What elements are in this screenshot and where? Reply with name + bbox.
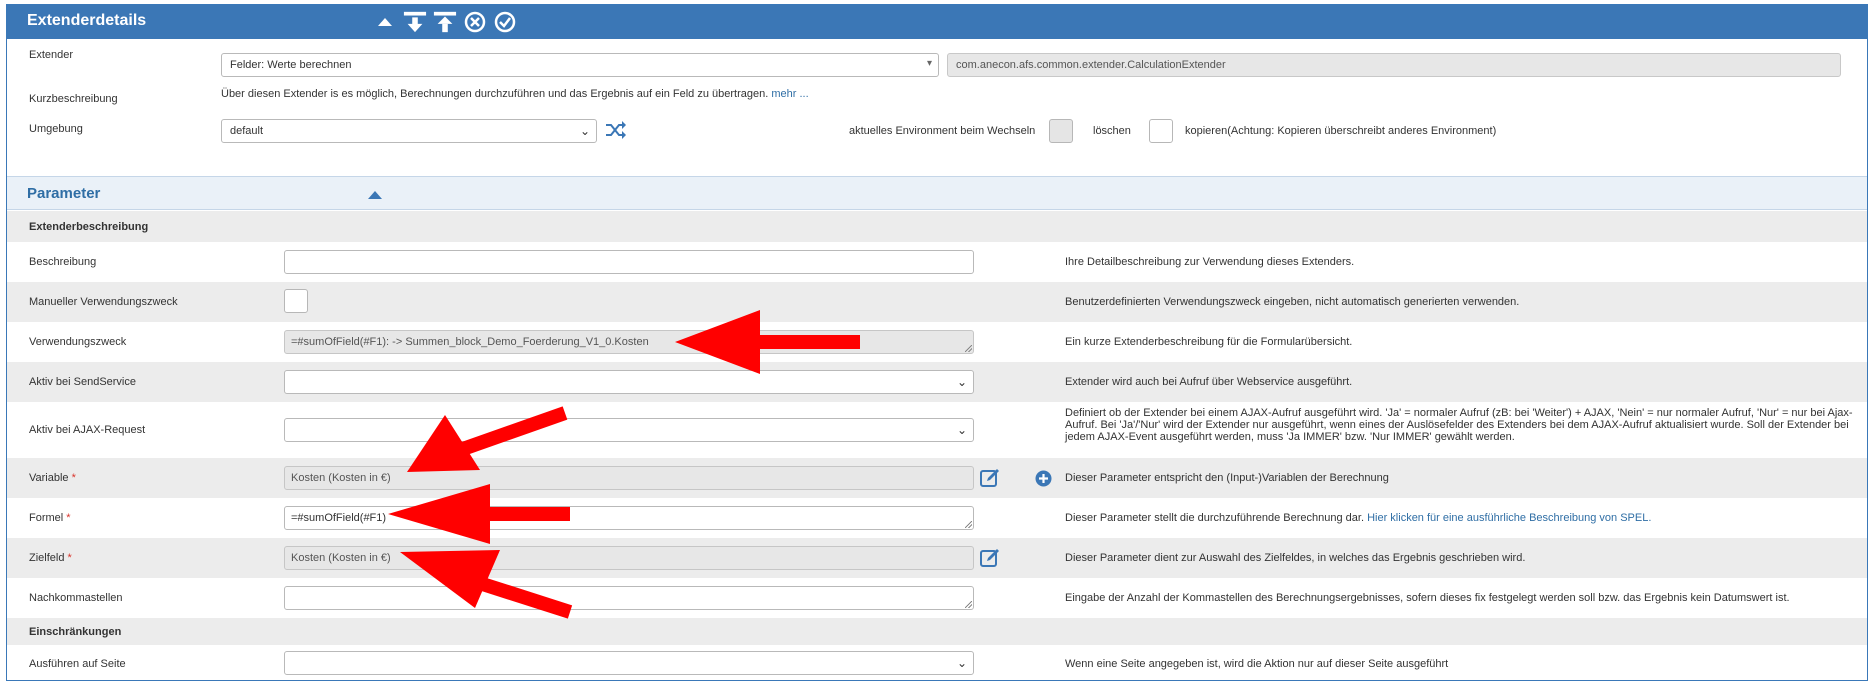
red-arrow-icon <box>400 550 573 619</box>
red-arrow-icon <box>388 484 570 544</box>
annotation-arrows <box>388 310 860 619</box>
red-arrow-icon <box>407 406 568 472</box>
red-arrow-icon <box>675 310 860 374</box>
